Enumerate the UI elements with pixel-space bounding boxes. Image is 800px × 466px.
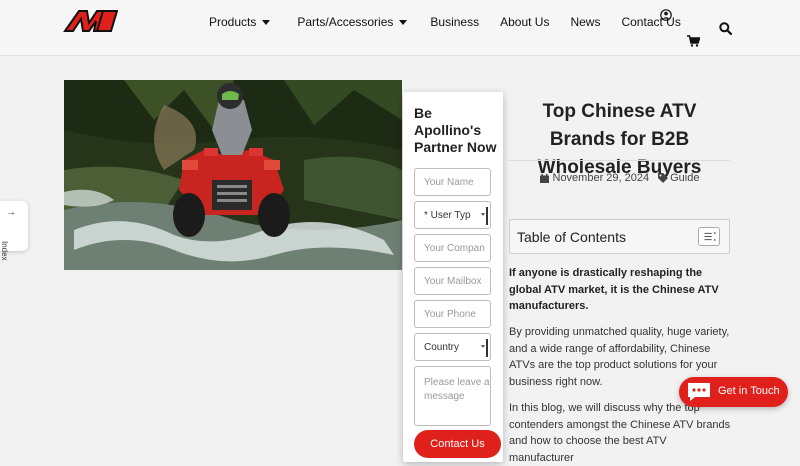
body-paragraph-2: In this blog, we will discuss why the to… [509,402,731,464]
site-header: Products Parts/Accessories Business Abou… [0,0,800,56]
table-of-contents: Table of Contents [509,219,730,254]
article-meta: November 29, 2024 Guide [509,172,730,184]
nav-products-label: Products [209,15,257,29]
chevron-down-icon [262,19,271,25]
chevron-down-icon [399,19,408,25]
message-field[interactable]: Please leave a message [414,366,491,426]
calendar-icon [539,173,549,183]
phone-field[interactable]: Your Phone [414,300,491,328]
contact-us-button[interactable]: Contact Us [414,430,501,458]
get-in-touch-button[interactable]: Get in Touch [679,377,788,407]
get-in-touch-label: Get in Touch [718,385,780,397]
nav-about-us[interactable]: About Us [500,14,549,30]
toc-toggle-icon[interactable] [698,227,720,246]
nav-news[interactable]: News [570,14,600,30]
country-select[interactable]: Country [414,333,491,361]
nav-parts-accessories[interactable]: Parts/Accessories [297,14,408,30]
toc-title: Table of Contents [517,229,626,245]
user-icon[interactable] [660,9,672,21]
arrow-right-icon: → [6,207,16,218]
main-nav: Products Parts/Accessories Business Abou… [209,14,681,30]
mailbox-field[interactable]: Your Mailbox [414,267,491,295]
intro-paragraph: If anyone is drastically reshaping the g… [509,267,719,312]
user-type-value: * User Typ [424,209,471,221]
side-index-label: Index [0,241,9,261]
hero-atv-image [64,80,402,270]
partner-form: Be Apollino's Partner Now Your Name * Us… [403,92,503,462]
article-title: Top Chinese ATV Brands for B2B Wholesale… [537,101,702,178]
logo[interactable] [63,9,118,33]
nav-parts-label: Parts/Accessories [297,15,394,29]
article-category[interactable]: Guide [670,172,699,184]
select-arrow-icon [481,339,488,357]
chat-icon [688,383,710,401]
nav-business[interactable]: Business [430,14,479,30]
side-index-tab[interactable]: → Index [0,201,28,261]
search-icon[interactable] [719,22,732,35]
title-divider [509,160,730,161]
cart-icon[interactable] [687,35,700,47]
country-value: Country [424,341,460,353]
company-field[interactable]: Your Compan [414,234,491,262]
article-date: November 29, 2024 [552,172,650,184]
tag-icon [658,173,669,183]
nav-products[interactable]: Products [209,14,271,30]
select-arrow-icon [481,207,488,225]
form-title: Be Apollino's Partner Now [414,105,497,155]
user-type-select[interactable]: * User Typ [414,201,491,229]
name-field[interactable]: Your Name [414,168,491,196]
